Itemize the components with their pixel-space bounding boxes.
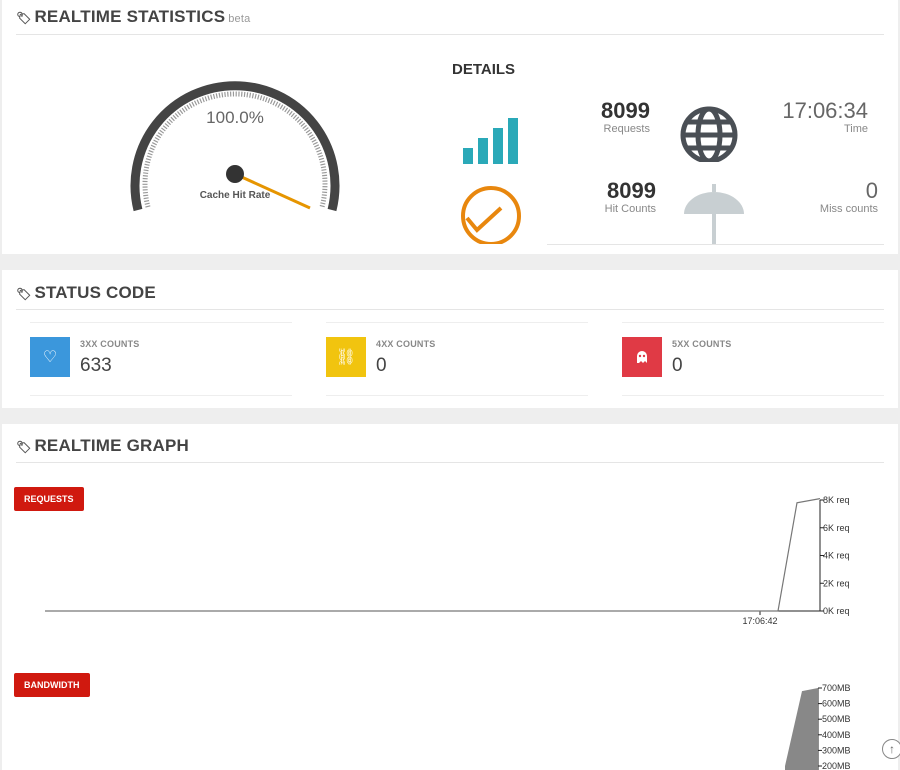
hit-counts-value: 8099 [607, 178, 656, 203]
broken-link-icon: ⛓ [326, 337, 366, 377]
bar-chart-icon [463, 118, 518, 164]
status-card-3xx: ♡ 3XX COUNTS 633 [30, 322, 292, 396]
status-card-value: 633 [80, 355, 112, 376]
gauge-label: Cache Hit Rate [200, 190, 271, 201]
time-value: 17:06:34 [782, 98, 868, 123]
requests-chart: 0K req 2K req 4K req 6K req 8K req 17:06:42 [45, 495, 850, 626]
ghost-icon [622, 337, 662, 377]
realtime-title-text: REALTIME STATISTICS [34, 7, 226, 26]
scroll-to-top-button[interactable]: ↑ [882, 739, 900, 759]
y-tick-label: 0K req [823, 606, 850, 616]
y-tick-label: 400MB [822, 730, 851, 740]
beta-label: beta [228, 13, 251, 25]
y-tick-label: 6K req [823, 523, 850, 533]
requests-value: 8099 [601, 98, 650, 123]
status-card-value: 0 [376, 355, 387, 376]
requests-stat: 8099 Requests [572, 99, 650, 136]
heart-icon: ♡ [30, 337, 70, 377]
y-tick-label: 300MB [822, 745, 851, 755]
hit-counts-label: Hit Counts [604, 203, 656, 215]
status-card-5xx: 5XX COUNTS 0 [622, 322, 884, 396]
bandwidth-area [785, 688, 818, 770]
hit-counts-stat: 8099 Hit Counts [572, 179, 656, 216]
miss-counts-value: 0 [865, 178, 878, 203]
details-title: DETAILS [452, 61, 516, 78]
requests-label: Requests [603, 123, 650, 135]
time-label: Time [843, 123, 868, 135]
realtime-statistics-title: 🏷 REALTIME STATISTICS beta [16, 7, 250, 27]
check-circle-icon [461, 186, 521, 244]
y-tick-label: 4K req [823, 551, 850, 561]
miss-counts-stat: 0 Miss counts [792, 179, 878, 216]
time-stat: 17:06:34 Time [772, 99, 868, 136]
arrow-up-icon: ↑ [889, 742, 895, 756]
y-tick-label: 600MB [822, 699, 851, 709]
status-card-label: 3XX COUNTS [80, 339, 140, 349]
divider [16, 309, 884, 310]
y-tick-label: 700MB [822, 683, 851, 693]
gauge-pivot [226, 165, 244, 183]
x-tick-label: 17:06:42 [742, 616, 777, 626]
status-card-label: 5XX COUNTS [672, 339, 732, 349]
bandwidth-chart: 200MB 300MB 400MB 500MB 600MB 700MB [785, 683, 851, 770]
status-title-text: STATUS CODE [34, 283, 156, 302]
y-tick-label: 8K req [823, 495, 850, 505]
status-card-label: 4XX COUNTS [376, 339, 436, 349]
divider [16, 462, 884, 463]
graph-title-text: REALTIME GRAPH [34, 436, 189, 455]
status-card-value: 0 [672, 355, 683, 376]
status-code-title: 🏷 STATUS CODE [16, 283, 156, 303]
divider [16, 34, 884, 35]
tag-icon: 🏷 [16, 11, 32, 25]
details-divider [547, 244, 884, 245]
y-tick-label: 200MB [822, 761, 851, 770]
y-tick-label: 500MB [822, 714, 851, 724]
cache-hit-gauge: 100.0% Cache Hit Rate [130, 81, 340, 212]
realtime-graph-title: 🏷 REALTIME GRAPH [16, 436, 189, 456]
umbrella-icon [684, 184, 744, 244]
requests-series-line [45, 498, 821, 612]
tag-icon: 🏷 [16, 287, 32, 301]
y-tick-label: 2K req [823, 578, 850, 588]
globe-icon [680, 106, 738, 162]
realtime-statistics-panel: 🏷 REALTIME STATISTICS beta 100.0% Cache Hi… [2, 0, 898, 254]
miss-counts-label: Miss counts [819, 203, 878, 215]
status-card-4xx: ⛓ 4XX COUNTS 0 [326, 322, 588, 396]
gauge-value-text: 100.0% [206, 108, 264, 127]
tag-icon: 🏷 [16, 440, 32, 454]
